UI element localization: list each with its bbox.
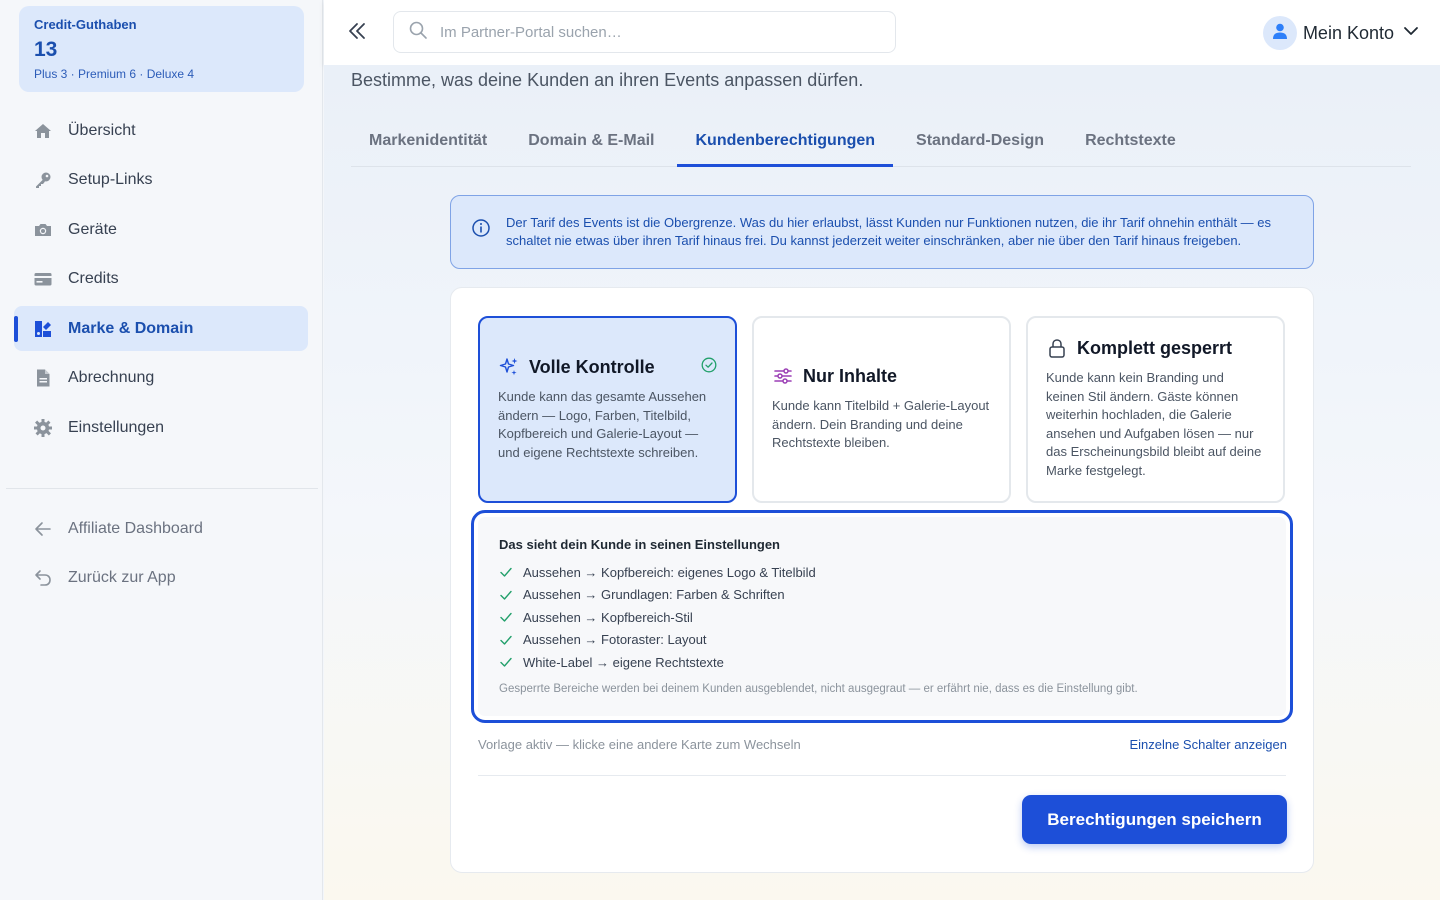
sidebar-secondary-nav: Affiliate Dashboard Zurück zur App <box>14 506 308 605</box>
permission-item: White-Label → eigene Rechtstexte <box>499 651 1265 674</box>
user-icon <box>1271 22 1289 45</box>
account-label: Mein Konto <box>1302 22 1394 43</box>
permission-label: Aussehen → Kopfbereich: eigenes Logo & T… <box>523 564 816 580</box>
permission-item: Aussehen → Kopfbereich: eigenes Logo & T… <box>499 561 1265 584</box>
sidebar-nav: Übersicht Setup-Links Geräte Credits Mar… <box>14 108 308 455</box>
sidebar-divider <box>6 488 318 489</box>
permission-label: Aussehen → Kopfbereich-Stil <box>523 609 693 625</box>
sidebar-item-label: Einstellungen <box>68 418 165 436</box>
template-card-nur-inhalte[interactable]: Nur Inhalte Kunde kann Titelbild + Galer… <box>752 316 1011 503</box>
permission-item: Aussehen → Grundlagen: Farben & Schrifte… <box>499 584 1265 607</box>
credit-balance-count: 13 <box>34 38 58 61</box>
camera-icon <box>32 219 54 241</box>
sidebar-item-label: Geräte <box>68 220 117 238</box>
check-icon <box>499 655 513 669</box>
permission-item: Aussehen → Kopfbereich-Stil <box>499 606 1265 629</box>
sidebar: Credit-Guthaben 13 Plus 3 · Premium 6 · … <box>0 0 323 900</box>
sidebar-item-label: Übersicht <box>68 121 136 139</box>
preview-note: Gesperrte Bereiche werden bei deinem Kun… <box>499 682 1138 695</box>
collapse-sidebar-button[interactable] <box>344 20 370 46</box>
customer-settings-preview: Das sieht dein Kunde in seinen Einstellu… <box>471 510 1293 723</box>
home-icon <box>32 120 54 142</box>
permission-label: Aussehen → Grundlagen: Farben & Schrifte… <box>523 587 785 603</box>
arrow-left-icon <box>32 518 54 540</box>
sliders-icon <box>772 365 794 387</box>
sidebar-item-label: Marke & Domain <box>68 319 194 337</box>
check-circle-icon <box>701 357 717 378</box>
sidebar-item-label: Credits <box>68 270 119 287</box>
gear-icon <box>32 417 54 439</box>
lock-icon <box>1046 337 1068 359</box>
credit-balance-card[interactable]: Credit-Guthaben 13 Plus 3 · Premium 6 · … <box>19 6 304 92</box>
template-card-volle-kontrolle[interactable]: Volle Kontrolle Kunde kann das gesamte A… <box>478 316 737 503</box>
template-card-komplett-gesperrt[interactable]: Komplett gesperrt Kunde kann kein Brandi… <box>1026 316 1285 503</box>
check-icon <box>499 633 513 647</box>
sidebar-item-uebersicht[interactable]: Übersicht <box>14 108 308 153</box>
save-permissions-button[interactable]: Berechtigungen speichern <box>1022 795 1287 844</box>
sidebar-item-geraete[interactable]: Geräte <box>14 207 308 252</box>
search-box[interactable] <box>393 11 896 53</box>
check-icon <box>499 610 513 624</box>
brand-icon <box>32 318 54 340</box>
sparkles-icon <box>498 356 520 378</box>
sidebar-item-label: Affiliate Dashboard <box>68 519 203 537</box>
credit-card-icon <box>32 268 54 290</box>
card-description: Kunde kann das gesamte Aussehen ändern —… <box>498 389 707 460</box>
page-subtitle: Bestimme, was deine Kunden an ihren Even… <box>351 70 864 90</box>
permission-item: Aussehen → Fotoraster: Layout <box>499 629 1265 652</box>
card-title: Volle Kontrolle <box>529 356 655 377</box>
credit-balance-breakdown: Plus 3 · Premium 6 · Deluxe 4 <box>34 67 195 81</box>
return-icon <box>32 567 54 589</box>
sidebar-item-credits[interactable]: Credits <box>14 257 308 302</box>
info-icon <box>471 218 491 243</box>
check-icon <box>499 588 513 602</box>
sidebar-item-marke-domain[interactable]: Marke & Domain <box>14 306 308 351</box>
card-description: Kunde kann kein Branding und keinen Stil… <box>1046 370 1262 478</box>
search-icon <box>408 20 428 45</box>
sidebar-item-zurueck-zur-app[interactable]: Zurück zur App <box>14 556 308 601</box>
tab-markenidentitaet[interactable]: Markenidentität <box>351 120 505 167</box>
card-description: Kunde kann Titelbild + Galerie-Layout än… <box>772 398 990 450</box>
permission-label: Aussehen → Fotoraster: Layout <box>523 632 707 648</box>
avatar <box>1262 16 1297 50</box>
card-title: Nur Inhalte <box>803 365 898 386</box>
sidebar-item-einstellungen[interactable]: Einstellungen <box>14 405 308 450</box>
tab-domain-email[interactable]: Domain & E-Mail <box>510 120 672 167</box>
credit-balance-title: Credit-Guthaben <box>34 17 137 32</box>
card-title: Komplett gesperrt <box>1077 337 1233 358</box>
key-icon <box>32 169 54 191</box>
permissions-panel: Volle Kontrolle Kunde kann das gesamte A… <box>450 287 1314 873</box>
tab-rechtstexte[interactable]: Rechtstexte <box>1067 120 1194 167</box>
template-active-hint: Vorlage aktiv — klicke eine andere Karte… <box>478 737 801 752</box>
preview-title: Das sieht dein Kunde in seinen Einstellu… <box>499 537 780 552</box>
topbar: Mein Konto <box>324 0 1440 65</box>
sidebar-item-affiliate-dashboard[interactable]: Affiliate Dashboard <box>14 506 308 551</box>
tab-standard-design[interactable]: Standard-Design <box>898 120 1062 167</box>
info-banner: Der Tarif des Events ist die Obergrenze.… <box>450 195 1314 269</box>
document-icon <box>32 367 54 389</box>
panel-divider <box>478 775 1286 776</box>
permission-label: White-Label → eigene Rechtstexte <box>523 654 724 670</box>
chevron-down-icon <box>1402 22 1420 45</box>
sidebar-item-label: Setup-Links <box>68 171 153 188</box>
sidebar-item-label: Zurück zur App <box>68 569 176 586</box>
sidebar-item-setup-links[interactable]: Setup-Links <box>14 158 308 203</box>
main-content: Bestimme, was deine Kunden an ihren Even… <box>324 65 1440 900</box>
chevrons-left-icon <box>346 20 368 47</box>
tab-bar: Markenidentität Domain & E-Mail Kundenbe… <box>351 120 1411 167</box>
info-banner-text: Der Tarif des Events ist die Obergrenze.… <box>506 215 1272 248</box>
sidebar-item-abrechnung[interactable]: Abrechnung <box>14 356 308 401</box>
show-individual-toggles-link[interactable]: Einzelne Schalter anzeigen <box>1129 737 1287 752</box>
sidebar-item-label: Abrechnung <box>68 369 155 386</box>
tab-kundenberechtigungen[interactable]: Kundenberechtigungen <box>677 120 894 167</box>
search-input[interactable] <box>440 23 860 41</box>
account-menu[interactable]: Mein Konto <box>1262 15 1420 51</box>
check-icon <box>499 565 513 579</box>
